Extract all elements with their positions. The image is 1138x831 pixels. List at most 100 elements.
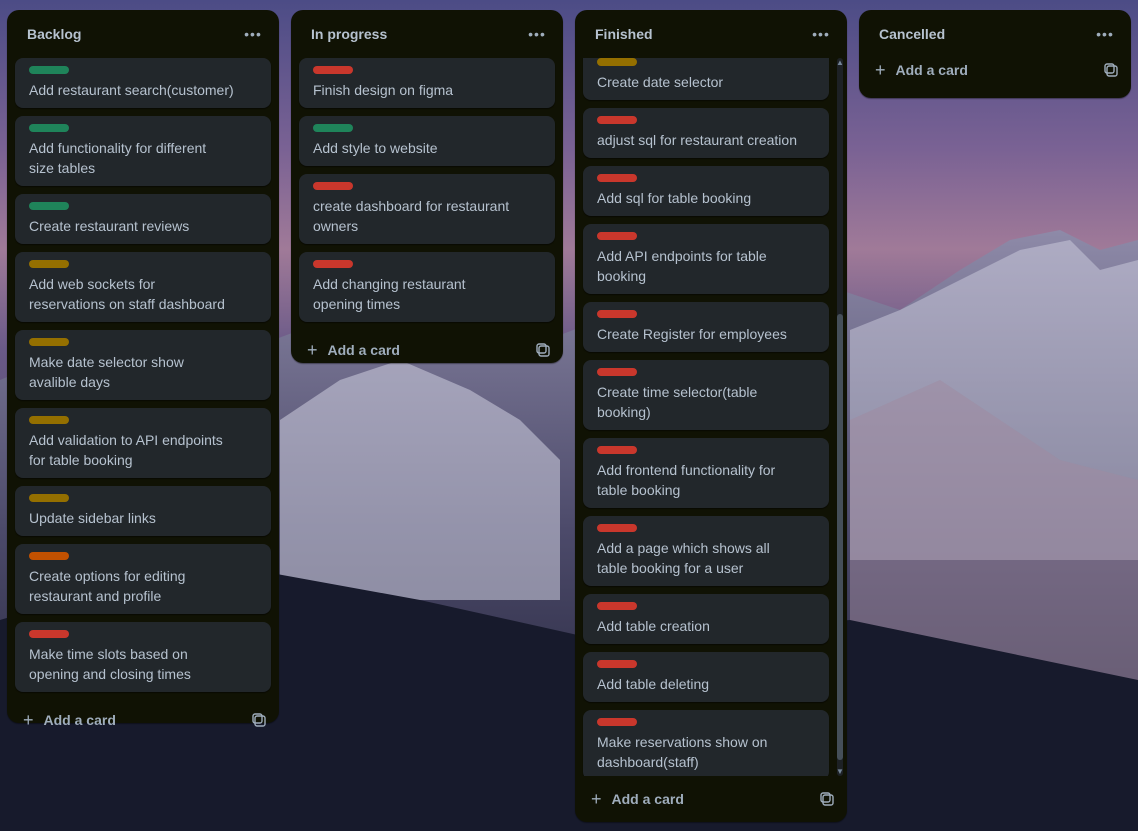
card[interactable]: Add sql for table booking xyxy=(583,166,829,216)
add-card-button[interactable]: + Add a card xyxy=(591,790,684,808)
card-title: Add web sockets for reservations on staf… xyxy=(29,276,225,312)
list-footer: + Add a card xyxy=(859,50,1131,90)
card-container: Add restaurant search(customer) Add funct… xyxy=(7,58,279,692)
more-icon[interactable]: ••• xyxy=(523,20,551,48)
card-label[interactable] xyxy=(597,310,637,318)
card[interactable]: Make time slots based on opening and clo… xyxy=(15,622,271,692)
plus-icon: + xyxy=(307,340,318,360)
card[interactable]: Add table deleting xyxy=(583,652,829,702)
card[interactable]: Create date selector xyxy=(583,58,829,100)
card[interactable]: Add a page which shows all table booking… xyxy=(583,516,829,586)
card-label[interactable] xyxy=(313,260,353,268)
card-label[interactable] xyxy=(313,182,353,190)
card[interactable]: Add API endpoints for table booking xyxy=(583,224,829,294)
template-icon[interactable] xyxy=(535,342,551,358)
card-label[interactable] xyxy=(29,260,69,268)
card[interactable]: Add validation to API endpoints for tabl… xyxy=(15,408,271,478)
card-label[interactable] xyxy=(29,630,69,638)
scroll-down-icon[interactable]: ▼ xyxy=(836,767,844,776)
plus-icon: + xyxy=(23,710,34,730)
card-title: Create date selector xyxy=(597,74,724,90)
card-label[interactable] xyxy=(597,660,637,668)
card-label[interactable] xyxy=(597,524,637,532)
card-label[interactable] xyxy=(29,552,69,560)
card-title: Add API endpoints for table booking xyxy=(597,248,767,284)
card-label[interactable] xyxy=(29,124,69,132)
card[interactable]: Add frontend functionality for table boo… xyxy=(583,438,829,508)
card-label[interactable] xyxy=(597,232,637,240)
card-label[interactable] xyxy=(597,718,637,726)
list-title[interactable]: Backlog xyxy=(27,26,81,42)
list-cancelled: Cancelled ••• + Add a card xyxy=(859,10,1131,98)
card[interactable]: create dashboard for restaurant owners xyxy=(299,174,555,244)
card-label[interactable] xyxy=(29,202,69,210)
card-title: Create restaurant reviews xyxy=(29,218,190,234)
card-title: Add frontend functionality for table boo… xyxy=(597,462,776,498)
template-icon[interactable] xyxy=(251,712,267,728)
card[interactable]: Add style to website xyxy=(299,116,555,166)
card-container: Finish design on figma Add style to websi… xyxy=(291,58,563,322)
list-footer: + Add a card xyxy=(7,700,279,740)
card-title: Add validation to API endpoints for tabl… xyxy=(29,432,223,468)
list-footer: + Add a card xyxy=(291,330,563,370)
card[interactable]: adjust sql for restaurant creation xyxy=(583,108,829,158)
card-label[interactable] xyxy=(597,174,637,182)
card-label[interactable] xyxy=(29,416,69,424)
card[interactable]: Add web sockets for reservations on staf… xyxy=(15,252,271,322)
card-label[interactable] xyxy=(29,66,69,74)
card-title: Add table creation xyxy=(597,618,710,634)
card-label[interactable] xyxy=(313,66,353,74)
template-icon[interactable] xyxy=(1103,62,1119,78)
card-title: create dashboard for restaurant owners xyxy=(313,198,510,234)
more-icon[interactable]: ••• xyxy=(239,20,267,48)
list-title[interactable]: Cancelled xyxy=(879,26,945,42)
card[interactable]: Make reservations show on dashboard(staf… xyxy=(583,710,829,776)
list-header: Backlog ••• xyxy=(7,10,279,58)
card-title: Add changing restaurant opening times xyxy=(313,276,466,312)
list-finished: Finished ••• Create date selector adjust … xyxy=(575,10,847,822)
card-label[interactable] xyxy=(597,602,637,610)
card-label[interactable] xyxy=(29,494,69,502)
add-card-label: Add a card xyxy=(327,342,400,358)
list-title[interactable]: Finished xyxy=(595,26,653,42)
card[interactable]: Update sidebar links xyxy=(15,486,271,536)
card-title: Add sql for table booking xyxy=(597,190,752,206)
add-card-button[interactable]: + Add a card xyxy=(307,341,400,359)
card-title: Add style to website xyxy=(313,140,438,156)
card-label[interactable] xyxy=(597,116,637,124)
card[interactable]: Create options for editing restaurant an… xyxy=(15,544,271,614)
scrollbar[interactable]: ▲ ▼ xyxy=(836,58,844,776)
card[interactable]: Make date selector show avalible days xyxy=(15,330,271,400)
card[interactable]: Add restaurant search(customer) xyxy=(15,58,271,108)
add-card-button[interactable]: + Add a card xyxy=(875,61,968,79)
list-backlog: Backlog ••• Add restaurant search(custom… xyxy=(7,10,279,729)
card-title: Create options for editing restaurant an… xyxy=(29,568,186,604)
plus-icon: + xyxy=(591,789,602,809)
card[interactable]: Add table creation xyxy=(583,594,829,644)
list-header: Finished ••• xyxy=(575,10,847,58)
add-card-label: Add a card xyxy=(895,62,968,78)
card-title: Make time slots based on opening and clo… xyxy=(29,646,191,682)
card-scroll-area[interactable]: Create date selector adjust sql for resta… xyxy=(575,58,847,776)
card[interactable]: Add changing restaurant opening times xyxy=(299,252,555,322)
card[interactable]: Create time selector(table booking) xyxy=(583,360,829,430)
card-title: Add table deleting xyxy=(597,676,710,692)
card[interactable]: Finish design on figma xyxy=(299,58,555,108)
list-title[interactable]: In progress xyxy=(311,26,387,42)
card-label[interactable] xyxy=(29,338,69,346)
more-icon[interactable]: ••• xyxy=(807,20,835,48)
card[interactable]: Create Register for employees xyxy=(583,302,829,352)
scrollbar-thumb[interactable] xyxy=(837,314,843,760)
add-card-label: Add a card xyxy=(611,791,684,807)
card-label[interactable] xyxy=(597,368,637,376)
add-card-button[interactable]: + Add a card xyxy=(23,711,116,729)
card[interactable]: Create restaurant reviews xyxy=(15,194,271,244)
scroll-up-icon[interactable]: ▲ xyxy=(836,58,844,67)
more-icon[interactable]: ••• xyxy=(1091,20,1119,48)
template-icon[interactable] xyxy=(819,791,835,807)
card-label[interactable] xyxy=(313,124,353,132)
card[interactable]: Add functionality for different size tab… xyxy=(15,116,271,186)
card-label[interactable] xyxy=(597,446,637,454)
card-container: Create date selector adjust sql for resta… xyxy=(575,58,837,776)
card-label[interactable] xyxy=(597,58,637,66)
